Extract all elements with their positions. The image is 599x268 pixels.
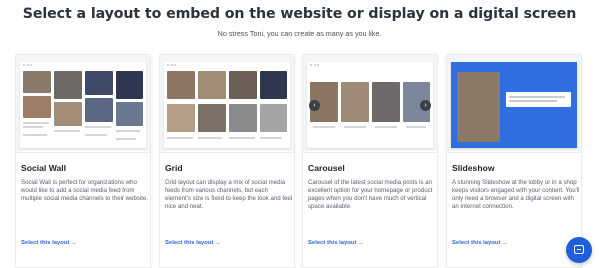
social-wall-preview: [16, 55, 150, 151]
text-placeholder: [313, 126, 335, 128]
text-placeholder: [344, 126, 366, 128]
preview-photo: [167, 104, 195, 132]
chevron-left-icon[interactable]: ‹: [309, 100, 320, 111]
card-description: Carousel of the latest social media post…: [308, 179, 433, 211]
preview-photo: [54, 71, 82, 99]
grid-preview: [160, 55, 294, 151]
card-divider: [303, 152, 437, 153]
browser-mockup: ‹ ›: [307, 62, 433, 148]
slideshow-preview: [447, 55, 581, 151]
chat-icon: [574, 245, 584, 254]
text-placeholder: [509, 96, 565, 98]
text-placeholder: [229, 137, 255, 139]
page-subtitle: No stress Toni, you can create as many a…: [217, 29, 382, 38]
browser-dots: [167, 64, 178, 68]
text-placeholder: [85, 134, 107, 136]
text-placeholder: [54, 130, 80, 132]
layout-card-grid[interactable]: Grid Grid layout can display a mix of so…: [159, 54, 295, 268]
carousel-preview: ‹ ›: [303, 55, 437, 151]
preview-photo: [85, 98, 113, 122]
text-placeholder: [406, 126, 426, 128]
preview-photo: [229, 104, 257, 132]
text-placeholder: [167, 137, 193, 139]
browser-dots: [23, 64, 34, 68]
card-divider: [447, 152, 581, 153]
preview-photo: [23, 96, 51, 118]
text-placeholder: [23, 126, 43, 128]
text-placeholder: [260, 137, 282, 139]
select-layout-link[interactable]: Select this layout →: [452, 240, 508, 246]
preview-photo: [260, 104, 287, 132]
browser-mockup: [164, 62, 290, 148]
text-placeholder: [116, 130, 140, 132]
layout-card-social-wall[interactable]: Social Wall Social Wall is perfect for o…: [15, 54, 151, 268]
preview-photo: [260, 71, 287, 99]
preview-photo: [198, 71, 226, 99]
select-layout-link[interactable]: Select this layout →: [165, 240, 221, 246]
slideshow-screen: [451, 62, 577, 148]
text-placeholder: [116, 138, 136, 140]
preview-photo: [198, 104, 226, 132]
card-title: Social Wall: [21, 163, 67, 173]
preview-photo: [23, 71, 51, 93]
preview-photo: [457, 72, 500, 142]
card-title: Carousel: [308, 163, 345, 173]
select-layout-link[interactable]: Select this layout →: [21, 240, 77, 246]
text-placeholder: [198, 137, 222, 139]
preview-photo: [372, 82, 400, 122]
text-placeholder: [509, 100, 557, 102]
text-placeholder: [85, 126, 111, 128]
text-placeholder: [23, 122, 49, 124]
card-description: A stunning Slideshow at the lobby or in …: [452, 179, 580, 211]
browser-mockup: [20, 62, 146, 148]
text-placeholder: [375, 126, 397, 128]
card-description: Grid layout can display a mix of social …: [165, 179, 293, 211]
preview-photo: [116, 102, 143, 126]
preview-photo: [85, 71, 113, 95]
card-title: Slideshow: [452, 163, 495, 173]
preview-photo: [341, 82, 369, 122]
preview-photo: [167, 71, 195, 99]
card-divider: [16, 152, 150, 153]
chat-button[interactable]: [566, 237, 592, 263]
page-title: Select a layout to embed on the website …: [22, 6, 577, 22]
preview-photo: [54, 102, 82, 126]
layout-card-carousel[interactable]: ‹ › Carousel Carousel of the latest soci…: [302, 54, 438, 268]
card-description: Social Wall is perfect for organizations…: [21, 179, 149, 203]
select-layout-link[interactable]: Select this layout →: [308, 240, 364, 246]
chevron-right-icon[interactable]: ›: [420, 100, 431, 111]
card-divider: [160, 152, 294, 153]
card-title: Grid: [165, 163, 183, 173]
preview-photo: [116, 71, 143, 99]
browser-dots: [310, 64, 321, 68]
layout-card-slideshow[interactable]: Slideshow A stunning Slideshow at the lo…: [446, 54, 582, 268]
preview-photo: [229, 71, 257, 99]
text-placeholder: [23, 134, 47, 136]
